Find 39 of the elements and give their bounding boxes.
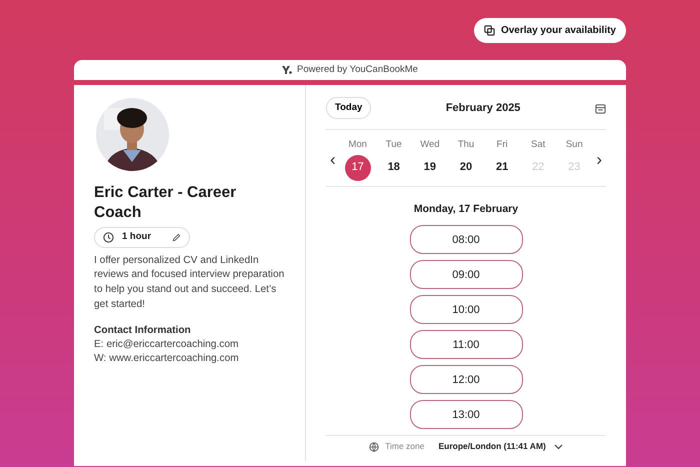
weekday-label: Fri [496, 138, 508, 152]
timezone-dropdown[interactable]: Europe/London (11:41 AM) [438, 440, 563, 453]
coach-name: Eric Carter - Career Coach [94, 183, 238, 224]
weekday-label: Sat [531, 138, 546, 152]
weekday-label: Sun [566, 138, 583, 152]
weekday-label: Tue [386, 138, 402, 152]
clock-icon [103, 232, 114, 243]
time-slot-button[interactable]: 13:00 [410, 400, 522, 430]
logo-icon [282, 66, 292, 74]
time-slot-button[interactable]: 11:00 [410, 330, 522, 360]
time-slot-button[interactable]: 12:00 [410, 365, 522, 394]
time-slot-button[interactable]: 08:00 [410, 225, 522, 254]
duration-text: 1 hour [122, 230, 152, 244]
selected-date-heading: Monday, 17 February [412, 202, 520, 216]
globe-icon [369, 442, 380, 452]
date-button[interactable]: 17 [344, 154, 371, 180]
overlay-availability-button[interactable]: Overlay your availability [474, 18, 626, 43]
today-button[interactable]: Today [326, 97, 372, 120]
description-text: I offer personalized CV and LinkedIn reviews and focused interview preparation to help you stand out and succeed. Let’s get started! [94, 254, 285, 312]
duration-pill[interactable]: 1 hour [94, 227, 190, 248]
date-button[interactable]: 20 [453, 154, 479, 180]
date-button[interactable]: 19 [416, 154, 443, 180]
weekday-label: Wed [420, 138, 440, 152]
overlay-icon [484, 25, 495, 36]
pencil-icon[interactable] [172, 232, 181, 242]
calendar-icon[interactable] [594, 102, 606, 114]
timezone-label: Time zone [385, 440, 424, 453]
time-slot-button[interactable]: 09:00 [410, 260, 522, 290]
date-button[interactable]: 21 [489, 154, 516, 180]
contact-line: E: eric@ericcartercoaching.com [94, 338, 240, 352]
contact-line: W: www.ericcartercoaching.com [94, 352, 240, 366]
contact-heading: Contact Information [94, 324, 192, 338]
date-button[interactable]: 18 [380, 154, 407, 180]
weekday-label: Mon [348, 138, 367, 152]
powered-by-text: Powered by YouCanBookMe [297, 62, 418, 77]
chevron-down-icon [554, 444, 563, 450]
weekday-label: Thu [458, 138, 474, 152]
time-slot-button[interactable]: 10:00 [410, 295, 522, 324]
month-title: February 2025 [446, 100, 520, 116]
